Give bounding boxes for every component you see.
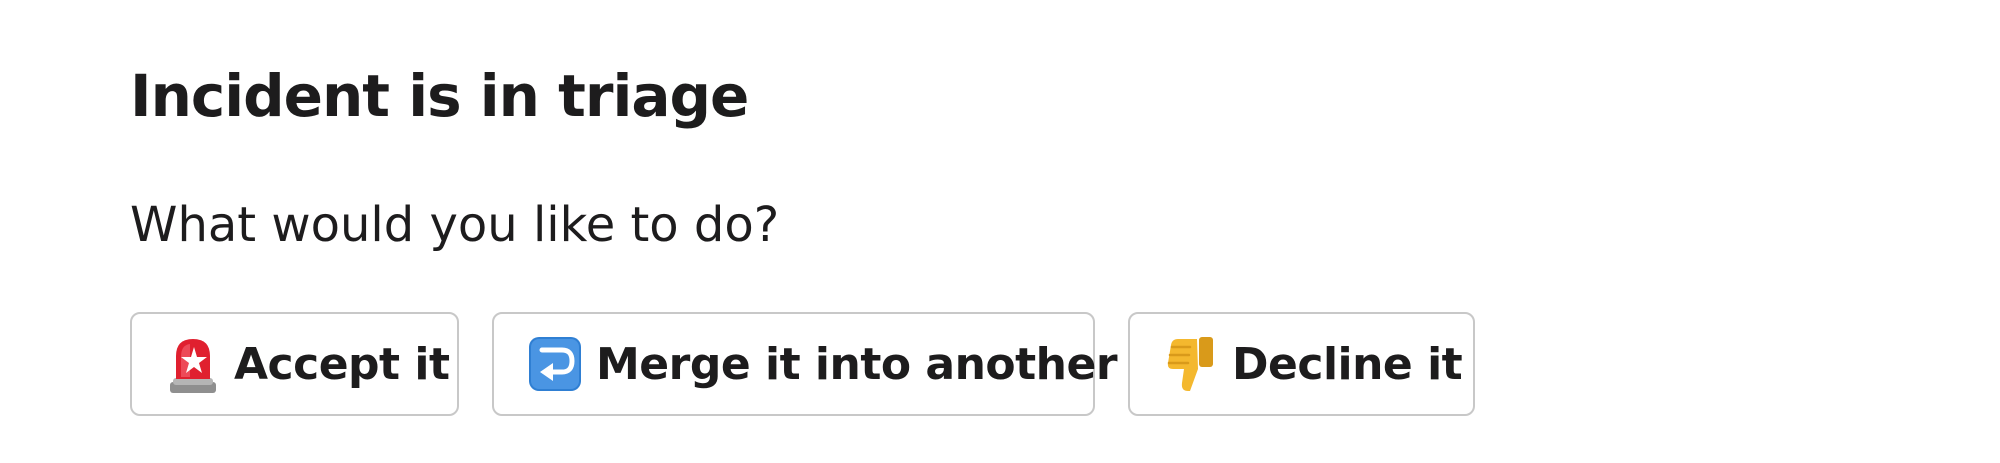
message-title: Incident is in triage [130,62,749,130]
message-prompt: What would you like to do? [130,197,780,253]
decline-button-label: Decline it [1232,338,1463,390]
accept-button-label: Accept it [234,338,450,390]
merge-button-label: Merge it into another [596,338,1118,390]
decline-button[interactable]: Decline it [1128,312,1475,416]
merge-button[interactable]: Merge it into another [492,312,1118,416]
thumbs-down-icon [1167,337,1213,391]
action-buttons: Accept it Merge it into another Decline … [130,312,1475,416]
incident-triage-message: Incident is in triage What would you lik… [130,0,1930,463]
right-arrow-curving-left-icon [529,337,581,391]
rotating-light-icon [170,339,216,393]
accept-button[interactable]: Accept it [130,312,459,416]
